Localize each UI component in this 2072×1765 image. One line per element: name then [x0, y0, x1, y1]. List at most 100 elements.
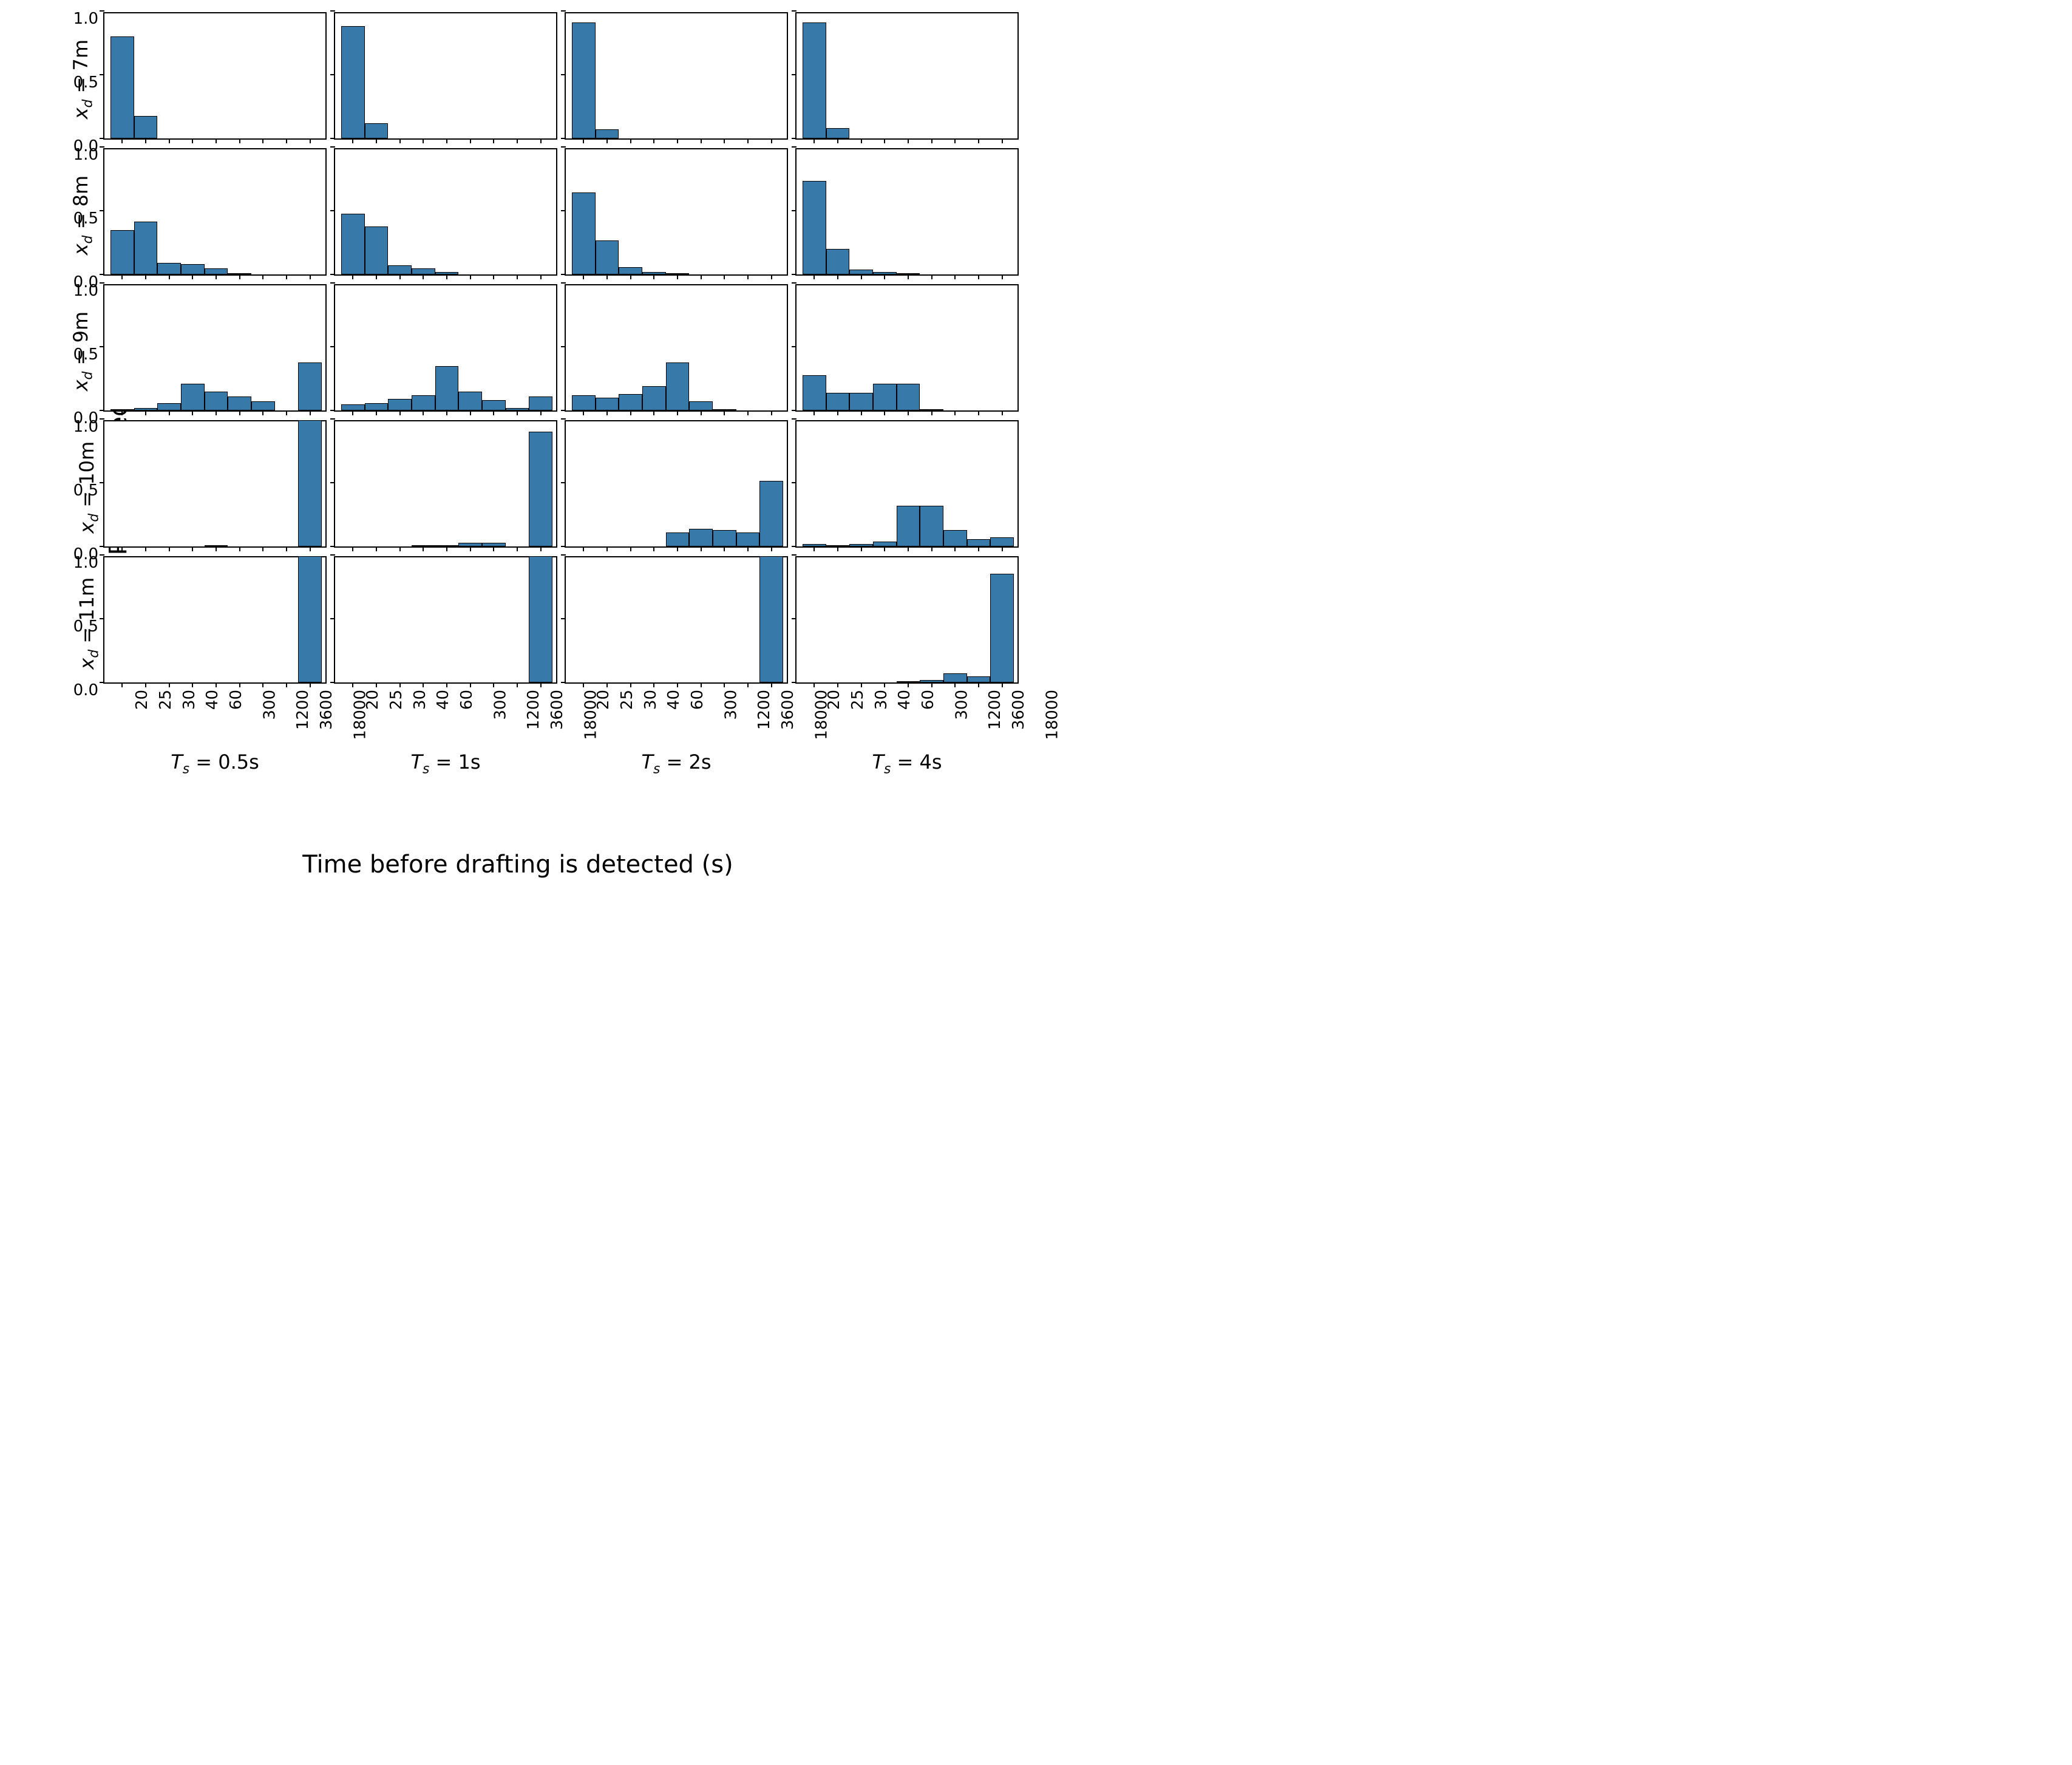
- bar: [897, 506, 920, 546]
- bar: [251, 401, 275, 410]
- x-tick: [1002, 410, 1003, 415]
- x-tick: [286, 274, 287, 279]
- x-tick: [701, 274, 702, 279]
- x-tick: [747, 546, 749, 551]
- bar: [388, 265, 412, 274]
- y-tick: [792, 618, 797, 619]
- y-tick: [561, 418, 566, 420]
- bar: [666, 273, 690, 274]
- x-tick: [931, 546, 932, 551]
- x-tick: [606, 546, 608, 551]
- y-tick: [100, 74, 104, 75]
- y-tick: [100, 138, 104, 139]
- y-tick: [792, 482, 797, 483]
- bar: [943, 673, 967, 682]
- bar: [205, 392, 228, 410]
- bar: [943, 530, 967, 546]
- bar: [873, 272, 897, 274]
- x-tick: [216, 682, 217, 687]
- figure-container: Relative frequency Time before drafting …: [0, 0, 1036, 882]
- y-tick: [330, 274, 335, 275]
- bar: [759, 481, 783, 546]
- y-tick: [330, 418, 335, 420]
- x-tick-label: 20: [364, 690, 382, 710]
- bar: [365, 123, 389, 138]
- y-tick: [330, 74, 335, 75]
- y-tick: [330, 546, 335, 547]
- x-tick: [630, 274, 631, 279]
- x-tick: [724, 546, 725, 551]
- x-tick: [376, 274, 377, 279]
- x-tick: [192, 410, 193, 415]
- x-tick-label: 3600: [548, 690, 566, 730]
- x-tick: [446, 546, 447, 551]
- bar: [529, 432, 552, 546]
- x-tick: [470, 546, 471, 551]
- bar: [873, 384, 897, 410]
- x-tick-label: 40: [203, 690, 222, 710]
- x-tick: [583, 274, 584, 279]
- bar: [365, 226, 389, 274]
- x-tick: [861, 682, 862, 687]
- bar: [482, 400, 506, 410]
- bar: [365, 403, 389, 410]
- x-tick-label: 60: [688, 690, 707, 710]
- x-tick: [747, 274, 749, 279]
- y-tick: [792, 74, 797, 75]
- x-tick: [583, 138, 584, 143]
- x-tick-label: 25: [618, 690, 636, 710]
- x-tick: [423, 546, 424, 551]
- x-tick: [814, 546, 815, 551]
- x-tick: [814, 410, 815, 415]
- bar: [803, 544, 826, 546]
- y-tick: [561, 74, 566, 75]
- bar: [572, 192, 596, 274]
- bar: [990, 537, 1014, 546]
- y-tick: [561, 282, 566, 284]
- bar: [873, 542, 897, 546]
- bar: [205, 545, 228, 546]
- y-tick: [100, 282, 104, 284]
- x-tick: [931, 274, 932, 279]
- bar: [110, 230, 134, 274]
- x-tick: [540, 274, 542, 279]
- bar: [666, 532, 690, 546]
- x-tick: [908, 138, 909, 143]
- y-tick: [330, 10, 335, 12]
- x-tick: [169, 546, 170, 551]
- x-tick: [630, 410, 631, 415]
- x-tick: [861, 138, 862, 143]
- bar: [435, 366, 459, 410]
- y-tick: [100, 210, 104, 211]
- x-tick: [814, 274, 815, 279]
- x-tick: [239, 546, 240, 551]
- y-tick-label: 1.0: [73, 554, 104, 572]
- x-tick: [931, 138, 932, 143]
- panel: [565, 12, 788, 140]
- x-tick: [286, 682, 287, 687]
- bar: [298, 556, 322, 682]
- panel: 0.00.51.0: [103, 284, 327, 412]
- bar: [920, 506, 943, 546]
- y-tick: [561, 554, 566, 556]
- x-tick: [1002, 274, 1003, 279]
- x-tick: [540, 546, 542, 551]
- bar: [759, 556, 783, 682]
- bar: [803, 181, 826, 274]
- bar: [826, 545, 850, 546]
- x-tick: [884, 138, 885, 143]
- y-tick: [100, 146, 104, 148]
- panel: [795, 284, 1019, 412]
- y-tick: [100, 418, 104, 420]
- y-tick: [100, 482, 104, 483]
- bar: [458, 543, 482, 546]
- x-axis-label: Time before drafting is detected (s): [0, 851, 1036, 879]
- bar: [967, 676, 991, 682]
- x-tick-label: 3600: [779, 690, 797, 730]
- x-tick: [239, 274, 240, 279]
- bar: [181, 384, 205, 410]
- x-tick: [837, 274, 838, 279]
- column-label: Ts = 4s: [795, 750, 1019, 777]
- x-tick: [884, 410, 885, 415]
- x-tick-label: 20: [825, 690, 843, 710]
